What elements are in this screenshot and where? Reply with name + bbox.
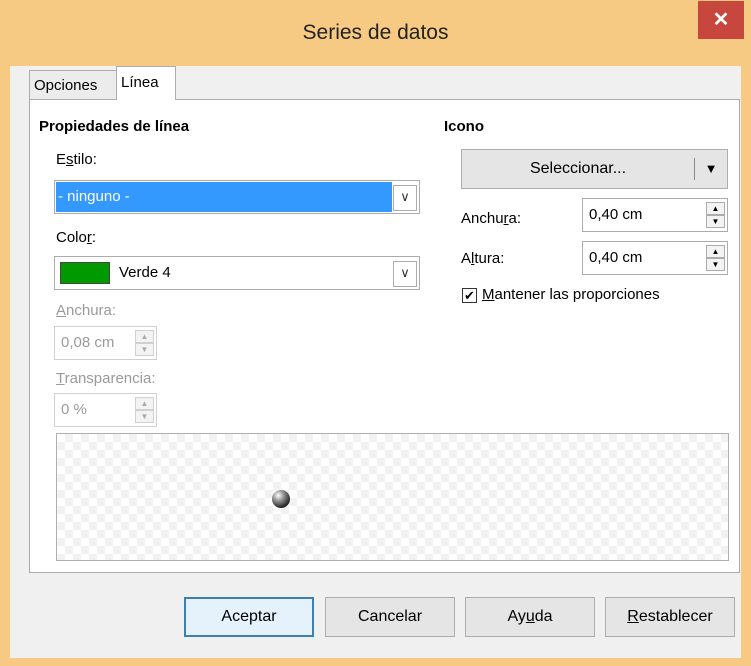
icon-heading: Icono — [444, 118, 484, 135]
select-icon-button-label: Seleccionar... — [529, 160, 627, 177]
transparency-value: 0 % — [61, 401, 87, 418]
keep-ratio-checkbox[interactable]: ✔ — [462, 288, 477, 303]
tab-opciones[interactable]: Opciones — [29, 70, 117, 100]
icon-width-label: Anchura: — [461, 210, 522, 227]
line-width-value: 0,08 cm — [61, 334, 115, 351]
style-dropdown[interactable]: - ninguno - ∨ — [54, 180, 420, 214]
window-frame-left — [0, 0, 10, 666]
chevron-down-icon[interactable]: ∨ — [393, 261, 417, 287]
color-dropdown-value: Verde 4 — [119, 264, 171, 281]
help-button[interactable]: Ayuda — [465, 597, 595, 637]
window-frame-right — [741, 0, 751, 666]
spin-down-icon[interactable]: ▼ — [135, 343, 154, 356]
transparency-label: Transparencia: — [56, 370, 156, 387]
color-dropdown[interactable]: Verde 4 ∨ — [54, 256, 420, 290]
ok-button[interactable]: Aceptar — [184, 597, 314, 637]
icon-height-value: 0,40 cm — [589, 249, 643, 266]
close-icon: ✕ — [712, 9, 730, 31]
icon-height-spinner[interactable]: 0,40 cm ▲ ▼ — [582, 241, 728, 275]
spin-up-icon[interactable]: ▲ — [706, 202, 725, 215]
close-button[interactable]: ✕ — [698, 1, 744, 39]
spin-down-icon[interactable]: ▼ — [706, 215, 725, 228]
spin-down-icon[interactable]: ▼ — [706, 258, 725, 271]
spin-up-icon[interactable]: ▲ — [706, 245, 725, 258]
color-label: Color: — [56, 229, 97, 246]
window-frame-bottom — [0, 658, 751, 666]
icon-width-spinner[interactable]: 0,40 cm ▲ ▼ — [582, 198, 728, 232]
chevron-down-icon[interactable]: ∨ — [393, 185, 417, 211]
sphere-symbol-icon — [272, 490, 290, 508]
select-icon-button[interactable]: Seleccionar... ▼ — [461, 149, 728, 189]
chevron-down-icon[interactable]: ▼ — [695, 150, 727, 188]
transparency-spinner[interactable]: 0 % ▲ ▼ — [54, 393, 157, 427]
cancel-button[interactable]: Cancelar — [325, 597, 455, 637]
spin-down-icon[interactable]: ▼ — [135, 410, 154, 423]
style-dropdown-value: - ninguno - — [56, 182, 392, 212]
preview-area — [56, 433, 729, 561]
spin-up-icon[interactable]: ▲ — [135, 330, 154, 343]
icon-width-value: 0,40 cm — [589, 206, 643, 223]
line-width-spinner[interactable]: 0,08 cm ▲ ▼ — [54, 326, 157, 360]
icon-height-label: Altura: — [461, 250, 505, 267]
width-label: Anchura: — [56, 302, 117, 319]
keep-ratio-label[interactable]: Mantener las proporciones — [482, 286, 660, 303]
reset-button[interactable]: Restablecer — [605, 597, 735, 637]
spin-up-icon[interactable]: ▲ — [135, 397, 154, 410]
tab-linea[interactable]: Línea — [116, 66, 176, 100]
window-title: Series de datos — [302, 21, 449, 44]
color-swatch — [60, 262, 110, 284]
style-label: Estilo: — [56, 151, 97, 168]
line-properties-heading: Propiedades de línea — [39, 118, 190, 135]
